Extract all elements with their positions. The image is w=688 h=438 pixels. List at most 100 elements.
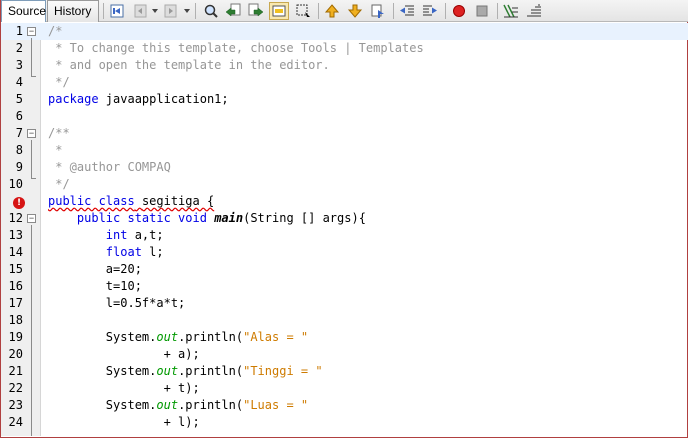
toolbar-separator xyxy=(497,3,498,19)
code-token: System. xyxy=(48,330,157,344)
code-line[interactable]: 16 t=10; xyxy=(1,278,688,295)
code-text: System.out.println("Tinggi = " xyxy=(48,363,323,380)
fold-guide xyxy=(31,38,32,76)
code-line[interactable]: 12 public static void main(String [] arg… xyxy=(1,210,688,227)
last-edit-icon[interactable] xyxy=(107,2,127,20)
code-token: * xyxy=(48,143,63,157)
code-line[interactable]: 4 */ xyxy=(1,74,688,91)
back-dropdown-icon[interactable] xyxy=(152,9,158,13)
code-token: /* xyxy=(48,24,63,38)
code-line[interactable]: 6 xyxy=(1,108,688,125)
back-icon[interactable] xyxy=(131,2,151,20)
code-line[interactable]: 8 * xyxy=(1,142,688,159)
code-token: "Tinggi = " xyxy=(243,364,323,378)
code-token: out xyxy=(156,330,179,344)
tab-history[interactable]: History xyxy=(47,0,99,22)
code-text: + a); xyxy=(48,346,200,363)
code-line[interactable]: 14 float l; xyxy=(1,244,688,261)
forward-icon[interactable] xyxy=(161,2,181,20)
find-icon[interactable] xyxy=(201,2,221,20)
code-token: out xyxy=(156,398,179,412)
code-line[interactable]: 21 System.out.println("Tinggi = " xyxy=(1,363,688,380)
fold-guide xyxy=(31,140,32,178)
code-token: a=20; xyxy=(48,262,142,276)
code-line[interactable]: 23 System.out.println("Luas = " xyxy=(1,397,688,414)
code-token: a,t; xyxy=(127,228,164,242)
code-token: public class xyxy=(48,194,135,208)
comment-icon[interactable] xyxy=(501,2,521,20)
code-line[interactable]: 9 * @author COMPAQ xyxy=(1,159,688,176)
previous-bookmark-icon[interactable] xyxy=(322,2,342,20)
code-line[interactable]: 7 /** xyxy=(1,125,688,142)
line-number: 13 xyxy=(8,228,23,242)
code-text: public static void main(String [] args){ xyxy=(48,210,366,227)
code-token: + l); xyxy=(48,415,200,429)
code-token: System. xyxy=(48,398,157,412)
code-text: * and open the template in the editor. xyxy=(48,57,330,74)
line-number: 3 xyxy=(15,58,23,72)
code-token: "Luas = " xyxy=(243,398,309,412)
code-token: */ xyxy=(48,177,70,191)
code-text: System.out.println("Alas = " xyxy=(48,329,308,346)
code-line[interactable]: 15 a=20; xyxy=(1,261,688,278)
error-icon[interactable]: ! xyxy=(13,197,25,209)
line-number: 21 xyxy=(8,364,23,378)
line-number: 23 xyxy=(8,398,23,412)
code-token: l; xyxy=(141,245,164,259)
fold-toggle-icon[interactable]: − xyxy=(27,27,36,36)
forward-dropdown-icon[interactable] xyxy=(184,9,190,13)
toggle-rectangular-selection-icon[interactable] xyxy=(293,2,313,20)
code-text: public class segitiga { xyxy=(48,193,214,210)
code-token: .println( xyxy=(178,330,244,344)
fold-toggle-icon[interactable]: − xyxy=(27,214,36,223)
code-line[interactable]: 17 l=0.5f*a*t; xyxy=(1,295,688,312)
code-token: l=0.5f*a*t; xyxy=(48,296,186,310)
code-line[interactable]: 3 * and open the template in the editor. xyxy=(1,57,688,74)
tab-source[interactable]: Source xyxy=(1,0,46,22)
code-line[interactable]: 19 System.out.println("Alas = " xyxy=(1,329,688,346)
line-number: 14 xyxy=(8,245,23,259)
code-line[interactable]: public class segitiga { xyxy=(1,193,688,210)
code-line[interactable]: 24 + l); xyxy=(1,414,688,431)
editor-window: Source History 1 /* 2 * To change this t… xyxy=(0,0,688,438)
line-number: 2 xyxy=(15,41,23,55)
shift-left-icon[interactable] xyxy=(397,2,417,20)
code-line[interactable]: 5 package javaapplication1; xyxy=(1,91,688,108)
start-macro-icon[interactable] xyxy=(449,2,469,20)
stop-macro-icon[interactable] xyxy=(472,2,492,20)
line-number: 1 xyxy=(15,24,23,38)
code-editor[interactable]: 1 /* 2 * To change this template, choose T… xyxy=(1,23,688,436)
code-line[interactable]: 2 * To change this template, choose Tool… xyxy=(1,40,688,57)
code-text: t=10; xyxy=(48,278,142,295)
fold-toggle-icon[interactable]: − xyxy=(27,129,36,138)
code-token: System. xyxy=(48,364,157,378)
code-token: * To change this template, choose Tools … xyxy=(48,41,424,55)
line-number: 9 xyxy=(15,160,23,174)
toggle-bookmark-icon[interactable] xyxy=(368,2,388,20)
code-line[interactable]: 18 xyxy=(1,312,688,329)
toolbar-separator xyxy=(393,3,394,19)
toggle-highlight-icon[interactable] xyxy=(269,2,289,20)
shift-right-icon[interactable] xyxy=(420,2,440,20)
code-token: package xyxy=(48,92,99,106)
code-token: out xyxy=(156,364,179,378)
code-line[interactable]: 1 /* xyxy=(1,23,688,40)
code-token: * and open the template in the editor. xyxy=(48,58,330,72)
code-token: public static void xyxy=(76,211,207,225)
code-text: * xyxy=(48,142,62,159)
toolbar-separator xyxy=(318,3,319,19)
line-number: 12 xyxy=(8,211,23,225)
toolbar-separator xyxy=(195,3,196,19)
next-bookmark-icon[interactable] xyxy=(345,2,365,20)
code-line[interactable]: 22 + t); xyxy=(1,380,688,397)
code-line[interactable]: 13 int a,t; xyxy=(1,227,688,244)
find-previous-icon[interactable] xyxy=(223,2,243,20)
uncomment-icon[interactable] xyxy=(524,2,544,20)
code-line[interactable]: 20 + a); xyxy=(1,346,688,363)
code-line[interactable]: 10 */ xyxy=(1,176,688,193)
code-token: * @author COMPAQ xyxy=(48,160,171,174)
find-next-icon[interactable] xyxy=(246,2,266,20)
line-number: 8 xyxy=(15,143,23,157)
code-text: a=20; xyxy=(48,261,142,278)
